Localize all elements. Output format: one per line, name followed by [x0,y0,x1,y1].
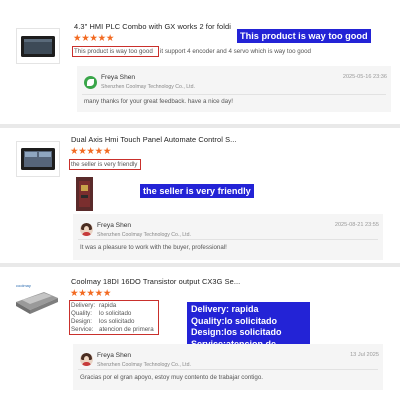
seller-avatar [80,223,93,236]
section-divider [0,124,400,128]
reply-author: Freya Shen [97,222,132,229]
callout-label: the seller is very friendly [140,184,254,198]
reply-company: Shenzhen Coolmay Technology Co., Ltd. [97,362,191,368]
seller-reply: Freya Shen Shenzhen Coolmay Technology C… [73,344,383,390]
reply-date: 2025-05-16 23:36 [342,74,387,80]
rating-stars: ★★★★★ [73,33,115,44]
reply-author: Freya Shen [97,352,132,359]
reply-date: 2025-08-21 23:55 [334,222,379,228]
svg-text:coolmay: coolmay [16,283,31,288]
photo-image [76,177,93,211]
rating-stars: ★★★★★ [70,288,112,299]
reply-divider [78,239,378,240]
reply-company: Shenzhen Coolmay Technology Co., Ltd. [101,84,195,90]
reply-message: many thanks for your great feedback. hav… [84,98,233,105]
plc-module-image: coolmay [16,283,58,314]
seller-avatar [84,76,97,89]
review-photo[interactable] [76,177,93,211]
product-title[interactable]: 4.3" HMI PLC Combo with GX works 2 for f… [74,22,231,31]
product-thumbnail[interactable] [16,141,60,177]
rating-stars: ★★★★★ [70,146,112,157]
spec-service: Service: atencion de primera [71,326,154,333]
section-divider [0,263,400,267]
spec-quality: Quality: lo solicitado [71,310,132,317]
spec-design: Design: los solicitado [71,318,135,325]
seller-reply: Freya Shen Shenzhen Coolmay Technology C… [73,214,383,260]
product-title[interactable]: Dual Axis Hmi Touch Panel Automate Contr… [71,135,237,144]
review-text-highlight: the seller is very friendly [71,161,138,168]
review-text-highlight: This product is way too good [74,48,153,55]
product-title[interactable]: Coolmay 18DI 16DO Transistor output CX3G… [71,277,240,286]
reply-message: Gracias por el gran apoyo, estoy muy con… [80,374,263,381]
reply-date: 13 Jul 2025 [350,352,379,358]
reply-divider [78,369,378,370]
reply-divider [82,94,386,95]
spec-delivery: Delivery: rapida [71,302,117,309]
reply-message: It was a pleasure to work with the buyer… [80,244,227,251]
reply-author: Freya Shen [101,74,136,81]
seller-avatar [80,353,93,366]
reply-company: Shenzhen Coolmay Technology Co., Ltd. [97,232,191,238]
hmi-panel-image [21,36,55,57]
callout-label: This product is way too good [237,29,371,43]
seller-reply: Freya Shen Shenzhen Coolmay Technology C… [77,66,391,112]
product-thumbnail[interactable]: coolmay [14,278,60,322]
review-text: it support 4 encoder and 4 servo which i… [160,48,311,55]
hmi-panel-image [21,148,55,170]
product-thumbnail[interactable] [16,28,60,64]
